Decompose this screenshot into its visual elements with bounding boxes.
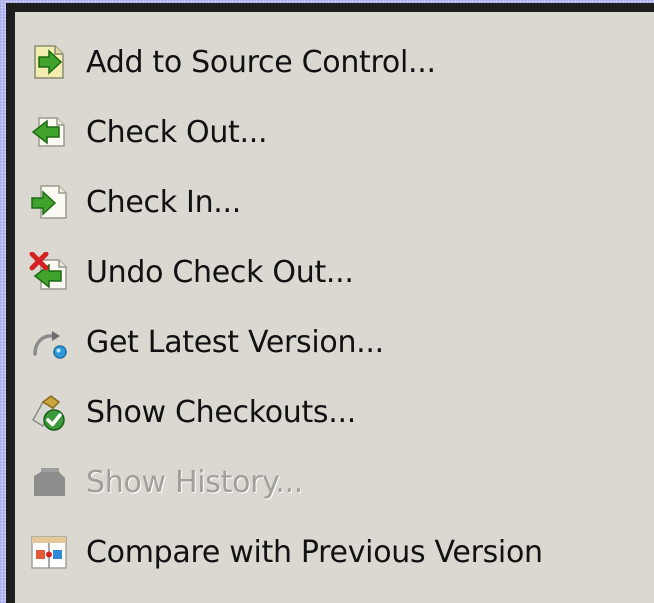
get-latest-version-icon	[29, 322, 69, 362]
undo-check-out-icon	[29, 252, 69, 292]
menu-item-undo-check-out[interactable]: Undo Check Out...	[29, 240, 654, 304]
menu-item-label: Get Latest Version...	[86, 324, 384, 360]
menu-item-show-history[interactable]: Show History...	[29, 450, 654, 514]
menu-item-label: Check Out...	[86, 114, 268, 150]
compare-icon	[29, 532, 69, 572]
menu-item-label: Compare with Previous Version	[86, 534, 543, 570]
menu-item-label: Show History...	[86, 464, 304, 500]
menu-item-check-out[interactable]: Check Out...	[29, 100, 654, 164]
menu-item-check-in[interactable]: Check In...	[29, 170, 654, 234]
menu-item-label: Add to Source Control...	[86, 44, 436, 80]
check-in-icon	[29, 182, 69, 222]
menu-item-get-latest-version[interactable]: Get Latest Version...	[29, 310, 654, 374]
menu-item-label: Check In...	[86, 184, 241, 220]
add-to-source-control-icon	[29, 42, 69, 82]
menu-item-label: Show Checkouts...	[86, 394, 356, 430]
menu-item-compare-with-previous-version[interactable]: Compare with Previous Version	[29, 520, 654, 584]
menu-item-add-to-source-control[interactable]: Add to Source Control...	[29, 30, 654, 94]
menu-item-label: Undo Check Out...	[86, 254, 354, 290]
menu-item-show-checkouts[interactable]: Show Checkouts...	[29, 380, 654, 444]
source-control-context-menu: Add to Source Control... Check Out... Ch…	[6, 3, 654, 603]
check-out-icon	[29, 112, 69, 152]
show-checkouts-icon	[29, 392, 69, 432]
show-history-icon	[29, 462, 69, 502]
